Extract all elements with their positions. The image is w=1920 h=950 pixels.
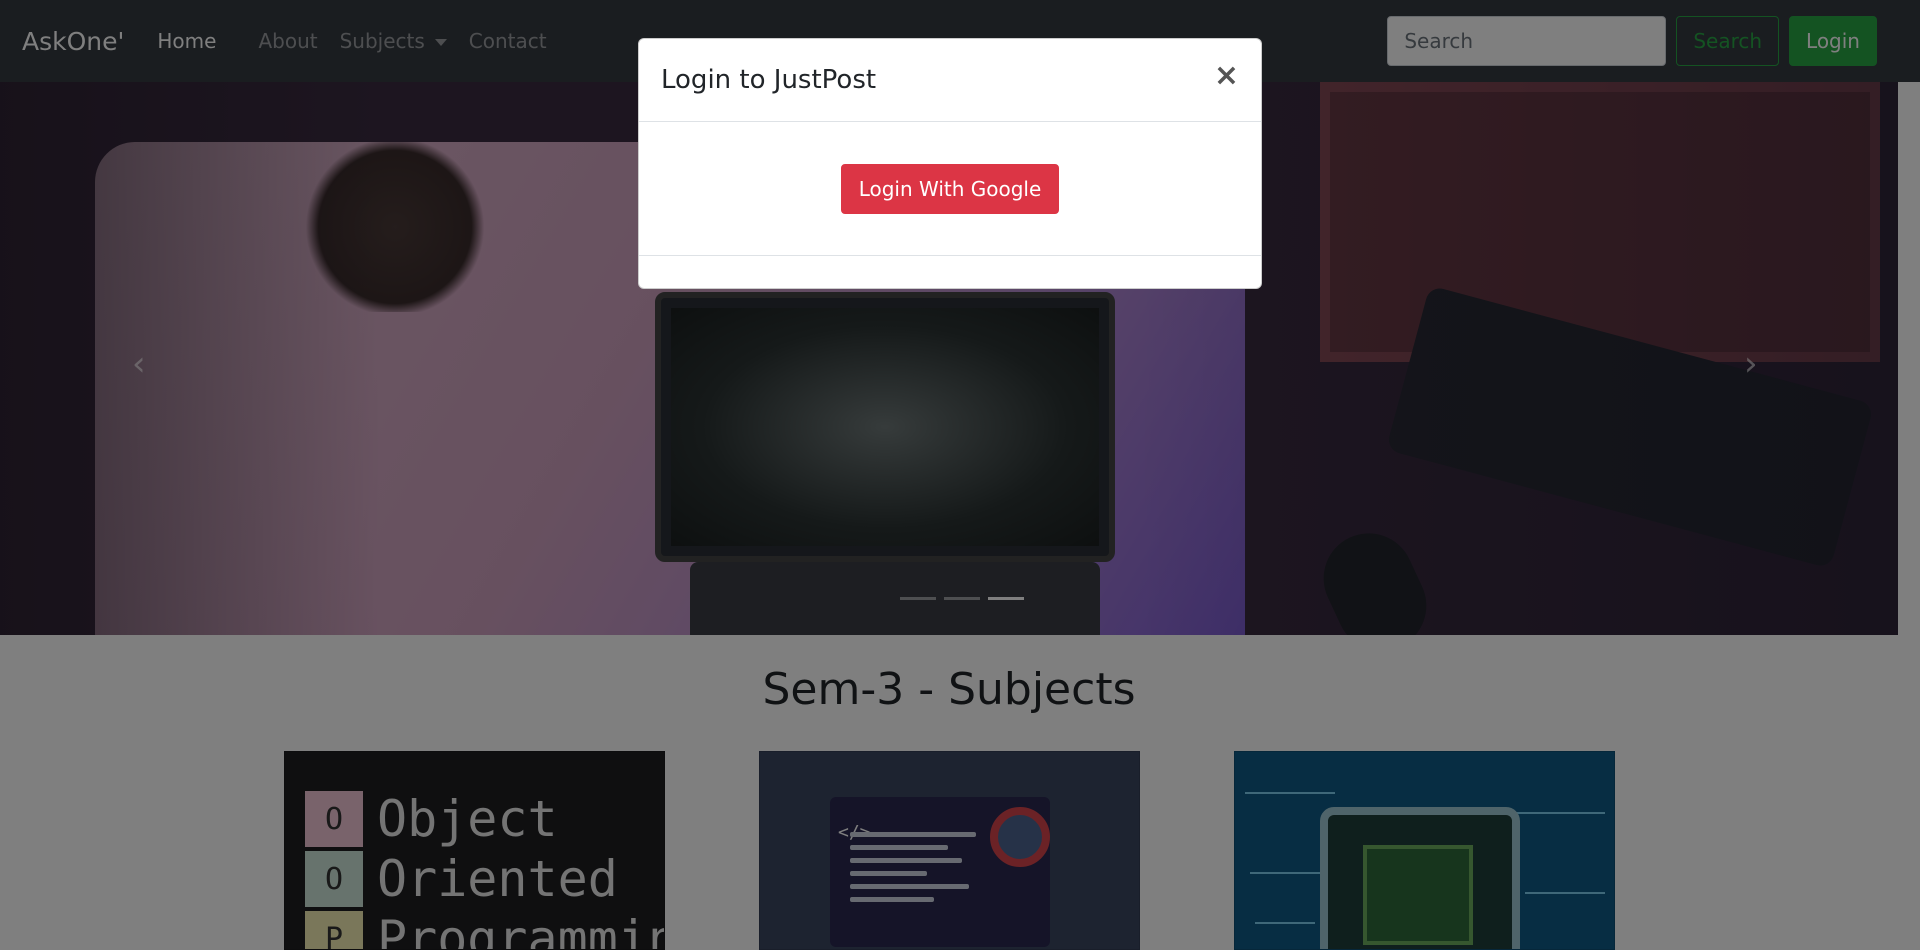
close-icon[interactable]: × xyxy=(1214,61,1239,91)
modal-body: Login With Google xyxy=(639,122,1261,256)
modal-title: Login to JustPost xyxy=(661,65,877,95)
login-with-google-button[interactable]: Login With Google xyxy=(840,164,1060,214)
login-modal: Login to JustPost × Login With Google xyxy=(638,38,1262,289)
modal-header: Login to JustPost × xyxy=(639,39,1261,122)
